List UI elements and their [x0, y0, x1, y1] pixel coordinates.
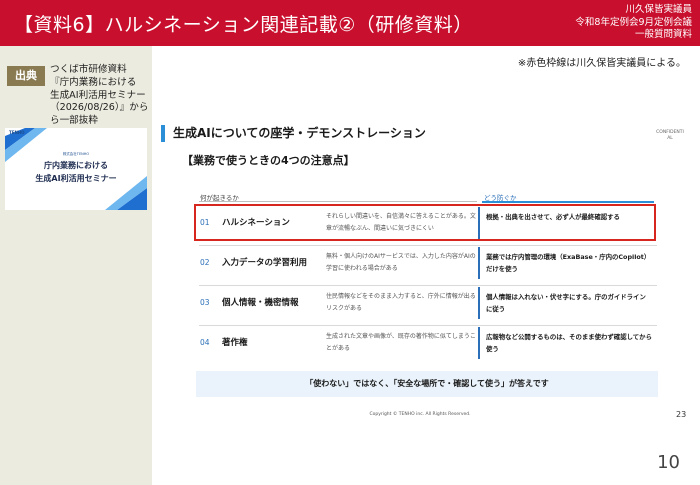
- row-divider: [478, 327, 480, 359]
- thumbnail-company: 株式会社TENHO: [62, 152, 90, 156]
- source-line: ら一部抜粋: [50, 115, 98, 127]
- slide-page-number: 23: [676, 410, 687, 419]
- thumbnail-logo: TENHO: [9, 130, 25, 135]
- source-citation: つくば市研修資料 『庁内業務における 生成AI利活用セミナー （2026/08/…: [50, 64, 150, 128]
- annotation-note: ※赤色枠線は川久保皆実議員による。: [517, 58, 686, 69]
- source-badge: 出典: [7, 66, 45, 86]
- header-presenter-info: 川久保皆実議員 令和8年定例会9月定例会議 一般質問資料: [575, 4, 692, 42]
- source-line: （2026/08/26）』から: [50, 102, 149, 114]
- row-countermeasure: 業務では庁内管理の環境（ExaBase・庁内のCopilot）だけを使う: [486, 253, 651, 273]
- source-sidebar: 出典 つくば市研修資料 『庁内業務における 生成AI利活用セミナー （2026/…: [0, 46, 152, 485]
- row-countermeasure: 個人情報は入れない・伏せ字にする。庁のガイドラインに従う: [486, 293, 646, 313]
- row-divider: [478, 287, 480, 319]
- summary-banner: 「使わない」ではなく、「安全な場所で・確認して使う」が答えです: [196, 371, 658, 397]
- caution-row-input-data: 02 入力データの学習利用 無料・個人向けのAIサービスでは、入力した内容がAI…: [196, 243, 658, 286]
- row-divider: [478, 247, 480, 279]
- header-document-type: 一般質問資料: [634, 29, 692, 40]
- row-number: 03: [200, 298, 210, 307]
- row-title: 入力データの学習利用: [222, 258, 308, 268]
- slide-title-accent: [161, 125, 165, 142]
- header-title: 【資料6】ハルシネーション関連記載②（研修資料）: [14, 14, 473, 36]
- row-number: 02: [200, 258, 210, 267]
- row-description: 生成された文章や画像が、既存の著作物に似てしまうことがある: [326, 333, 476, 352]
- row-number: 04: [200, 338, 210, 347]
- column-header-rule: [199, 201, 477, 202]
- source-line: 『庁内業務における: [50, 76, 137, 88]
- header-presenter-name: 川久保皆実議員: [625, 4, 692, 15]
- confidential-label: CONFIDENTIAL: [656, 130, 684, 141]
- row-title: 著作権: [222, 338, 248, 348]
- red-highlight-box: [194, 204, 656, 241]
- seminar-cover-thumbnail: TENHO 株式会社TENHO 庁内業務における 生成AI利活用セミナー: [5, 128, 147, 210]
- row-title: 個人情報・機密情報: [222, 298, 299, 308]
- thumbnail-title-line: 庁内業務における: [44, 161, 108, 170]
- page-number: 10: [657, 452, 680, 473]
- section-heading: 【業務で使うときの4つの注意点】: [182, 154, 355, 167]
- caution-row-copyright: 04 著作権 生成された文章や画像が、既存の著作物に似てしまうことがある 広報物…: [196, 323, 658, 363]
- header-bar: 【資料6】ハルシネーション関連記載②（研修資料） 川久保皆実議員 令和8年定例会…: [0, 0, 700, 46]
- row-countermeasure: 広報物など公開するものは、そのまま使わず確認してから使う: [486, 333, 652, 353]
- row-description: 住民情報などをそのまま入力すると、庁外に情報が出るリスクがある: [326, 293, 476, 312]
- row-description: 無料・個人向けのAIサービスでは、入力した内容がAIの学習に使われる場合がある: [326, 253, 476, 272]
- source-line: 生成AI利活用セミナー: [50, 89, 146, 101]
- slide-title: 生成AIについての座学・デモンストレーション: [173, 126, 426, 140]
- slide-copyright: Copyright © TENHO inc. All Rights Reserv…: [369, 412, 471, 417]
- source-line: つくば市研修資料: [50, 64, 127, 75]
- thumbnail-title-line: 生成AI利活用セミナー: [35, 174, 117, 183]
- header-session-name: 令和8年定例会9月定例会議: [575, 16, 692, 28]
- caution-row-personal-info: 03 個人情報・機密情報 住民情報などをそのまま入力すると、庁外に情報が出るリス…: [196, 283, 658, 326]
- page: 【資料6】ハルシネーション関連記載②（研修資料） 川久保皆実議員 令和8年定例会…: [0, 0, 700, 485]
